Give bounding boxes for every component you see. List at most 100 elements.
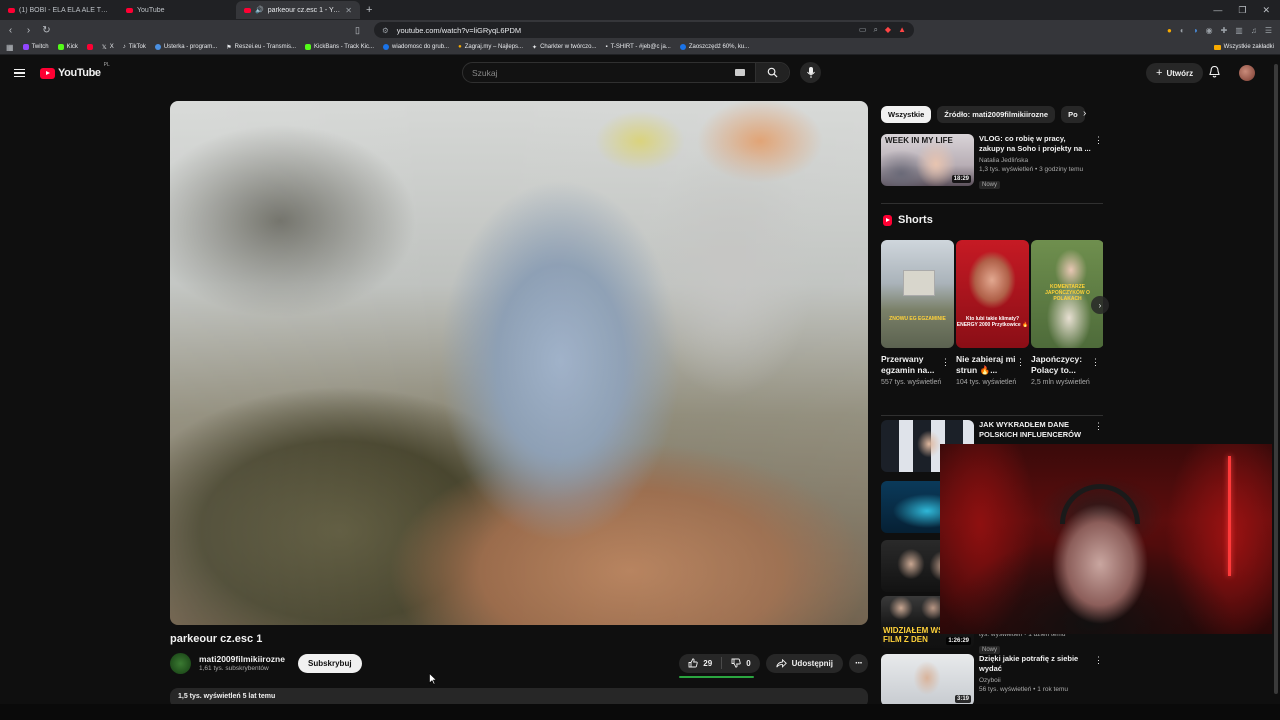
short-item[interactable]: Kto lubi takie klimaty? ENERGY 2000 Przy… (956, 240, 1029, 405)
menu-icon[interactable]: ☰ (1265, 26, 1272, 35)
restore-icon[interactable]: ❐ (1238, 5, 1246, 16)
dislike-button[interactable]: 0 (722, 658, 759, 668)
more-vertical-icon[interactable]: ⋮ (941, 357, 950, 368)
bookmark-charakter[interactable]: ✦ Charkter w twórczo... (532, 44, 596, 51)
short-thumbnail[interactable]: ZNOWU EG EGZAMINIE (881, 240, 954, 348)
chip-from-channel[interactable]: Źródło: mati2009filmikiirozne (937, 106, 1056, 123)
chip-all[interactable]: Wszystkie (881, 106, 932, 123)
share-button[interactable]: Udostępnij (765, 653, 843, 673)
short-views: 2,5 mln wyświetleń (1031, 379, 1090, 386)
search-box[interactable]: Szukaj (462, 62, 790, 83)
bookmark-tshirt[interactable]: ▪ T-SHIRT - #jeb@c ja... (605, 44, 670, 50)
cast-icon[interactable]: ▭ (859, 25, 867, 35)
more-vertical-icon[interactable]: ⋮ (1094, 655, 1103, 666)
more-vertical-icon[interactable]: ⋮ (1094, 421, 1103, 432)
chevron-right-icon: › (1098, 300, 1102, 310)
create-button[interactable]: + Utwórz (1146, 63, 1204, 83)
channel-name[interactable]: Natalia Jedlińska (979, 157, 1093, 164)
recommended-video[interactable]: WEEK IN MY LIFE 18:29 VLOG: co robię w p… (881, 134, 1103, 191)
back-icon[interactable]: ‹ (3, 25, 18, 36)
media-icon[interactable]: ♫ (1251, 26, 1257, 35)
close-tab-icon[interactable]: ✕ (345, 6, 352, 15)
bookmark-usterka[interactable]: Usterka - program... (154, 44, 217, 50)
menu-icon[interactable] (14, 68, 25, 78)
bookmark-wiadomosc[interactable]: wiadomosc do grub... (383, 44, 449, 50)
channel-name[interactable]: mati2009filmikiirozne (199, 654, 285, 664)
browser-tab-active[interactable]: 🔊 parkeour cz.esc 1 - YouTube ✕ (236, 1, 360, 19)
video-thumbnail[interactable]: WEEK IN MY LIFE 18:29 (881, 134, 974, 186)
zoom-icon[interactable]: ⌕ (873, 25, 877, 35)
recommended-video[interactable]: 3:19 Dzięki jakie potrafię z siebie wyda… (881, 654, 1103, 706)
more-vertical-icon[interactable]: ⋮ (1091, 357, 1100, 368)
new-tab-button[interactable]: + (360, 4, 378, 16)
apps-grid-icon[interactable]: ▦ (6, 43, 14, 52)
bookmark-zaoszczedz[interactable]: Zaoszczędź 60%, ku... (679, 44, 749, 50)
search-button[interactable] (755, 63, 789, 82)
more-vertical-icon[interactable]: ⋮ (1094, 135, 1103, 146)
video-player[interactable] (170, 101, 868, 625)
browser-tab[interactable]: YouTube (118, 1, 236, 19)
chip-related[interactable]: Po (1061, 106, 1085, 123)
extension-icon[interactable]: ● (1167, 26, 1172, 35)
channel-avatar[interactable] (170, 652, 191, 674)
video-title[interactable]: JAK WYKRADŁEM DANE POLSKICH INFLUENCERÓW (979, 420, 1093, 440)
site-info-icon[interactable]: ⚙ (382, 26, 389, 35)
bookmark-tiktok[interactable]: ♪ TikTok (123, 44, 146, 50)
minimize-icon[interactable]: — (1213, 5, 1222, 16)
sidebar-icon[interactable]: ▥ (1235, 26, 1243, 35)
all-bookmarks[interactable]: Wszystkie zakładki (1213, 44, 1280, 50)
channel-name[interactable]: Ozyboii (979, 677, 1093, 684)
bookmark-label: Twitch (31, 44, 49, 50)
folder-icon (1213, 44, 1221, 50)
more-vertical-icon[interactable]: ⋮ (1016, 357, 1025, 368)
reload-icon[interactable]: ↻ (39, 25, 54, 36)
chevron-right-icon[interactable]: › (1083, 108, 1086, 119)
video-thumbnail[interactable]: 3:19 (881, 654, 974, 706)
youtube-logo[interactable]: YouTube PL (40, 62, 110, 79)
bookmark-x[interactable]: 𝕏X (102, 44, 114, 51)
notifications-bell-icon[interactable] (1209, 66, 1220, 78)
browser-tab[interactable]: (1) BOBI - ELA ELA ALE TO MOCNA (0, 1, 118, 19)
video-duration: 1:26:29 (946, 637, 971, 645)
thumbs-down-icon (731, 658, 741, 668)
video-title[interactable]: VLOG: co robię w pracy, zakupy na Soho i… (979, 134, 1093, 154)
bookmark-twitch[interactable]: Twitch (22, 44, 49, 50)
puzzle-icon[interactable]: ✚ (1221, 26, 1228, 35)
short-views: 557 tys. wyświetleń (881, 379, 942, 386)
like-button[interactable]: 29 (679, 658, 721, 668)
bookmark-zagraj[interactable]: ● Zagraj.my – Najleps... (458, 44, 523, 50)
twitch-icon (22, 44, 29, 50)
bookmark-star-icon[interactable]: ▯ (355, 25, 360, 36)
divider (881, 203, 1103, 204)
account-avatar[interactable] (1239, 65, 1255, 81)
bookmark-reszei[interactable]: ⚑ Reszei.eu - Transmis... (226, 44, 296, 51)
alert-icon[interactable]: ▲ (898, 25, 906, 35)
shorts-next-button[interactable]: › (1091, 296, 1109, 314)
bookmark-kickbans[interactable]: KickBans - Track Kic... (305, 44, 374, 50)
close-window-icon[interactable]: ✕ (1262, 5, 1270, 16)
thumbnail-scene (903, 270, 935, 296)
voice-search-button[interactable] (800, 62, 821, 83)
bookmark-kick[interactable]: Kick (57, 44, 78, 50)
bookmark-label: TikTok (128, 44, 146, 50)
keyboard-icon[interactable] (735, 69, 745, 76)
like-dislike-group: 29 0 (679, 653, 760, 678)
more-actions-button[interactable]: ··· (849, 653, 868, 673)
extension-icon[interactable]: ◐ (1180, 26, 1185, 35)
subscribe-button[interactable]: Subskrybuj (297, 653, 362, 673)
brave-shield-icon[interactable]: ◆ (885, 25, 891, 35)
scrollbar-thumb[interactable] (1274, 64, 1278, 694)
short-item[interactable]: KOMENTARZE JAPOŃCZYKÓW O POLAKACH Japońc… (1031, 240, 1103, 405)
forward-icon[interactable]: › (21, 25, 36, 36)
short-thumbnail[interactable]: Kto lubi takie klimaty? ENERGY 2000 Przy… (956, 240, 1029, 348)
extension-icon[interactable]: ◉ (1206, 26, 1213, 35)
search-input[interactable]: Szukaj (463, 68, 735, 78)
page-scrollbar[interactable] (1272, 56, 1280, 704)
short-item[interactable]: ZNOWU EG EGZAMINIE Przerwany egzamin na.… (881, 240, 954, 405)
bookmark-youtube[interactable] (86, 44, 93, 50)
youtube-masthead: YouTube PL Szukaj + Utwórz (0, 56, 1272, 90)
short-thumbnail[interactable]: KOMENTARZE JAPOŃCZYKÓW O POLAKACH (1031, 240, 1103, 348)
extension-icon[interactable]: ◑ (1193, 26, 1198, 35)
address-bar[interactable]: ⚙ youtube.com/watch?v=liGRyqL6PDM ▭ ⌕ ◆ … (374, 22, 914, 38)
video-title[interactable]: Dzięki jakie potrafię z siebie wydać (979, 654, 1093, 674)
